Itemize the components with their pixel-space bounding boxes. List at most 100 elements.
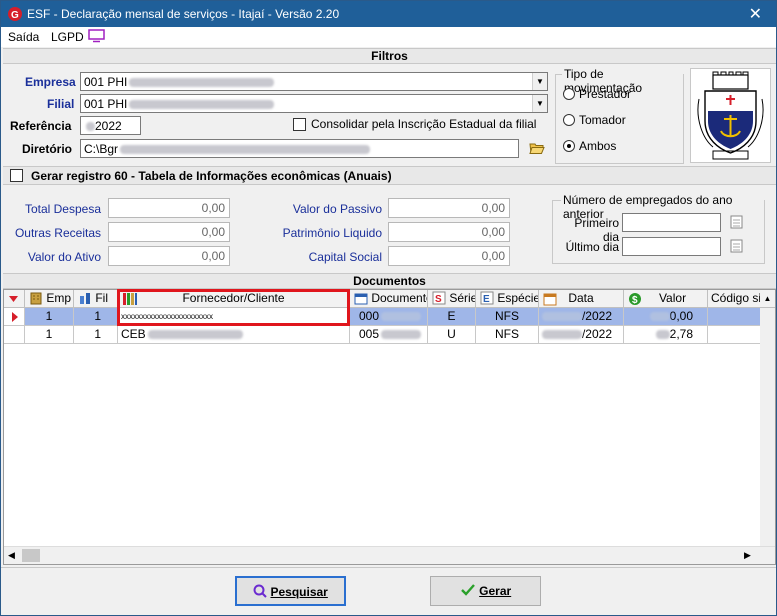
menu-lgpd[interactable]: LGPD <box>51 30 84 44</box>
tomador-label: Tomador <box>579 113 626 127</box>
cell-especie: NFS <box>476 326 539 344</box>
total-despesa-label: Total Despesa <box>24 202 101 216</box>
consolidar-label: Consolidar pela Inscrição Estadual da fi… <box>311 117 537 131</box>
filial-select[interactable]: 001 PHI ▼ <box>80 94 548 113</box>
col-valor[interactable]: $ Valor <box>624 290 708 308</box>
vertical-scrollbar[interactable] <box>760 308 775 546</box>
pesquisar-button[interactable]: Pesquisar <box>235 576 346 606</box>
chevron-down-icon[interactable]: ▼ <box>532 95 547 112</box>
svg-text:E: E <box>483 294 490 305</box>
col-data[interactable]: Data <box>539 290 624 308</box>
cell-serie: U <box>428 326 476 344</box>
sort-down-icon <box>9 296 18 302</box>
cell-codigo-sit <box>708 326 760 344</box>
documentos-grid[interactable]: Emp Fil Fornecedor/Cliente Documento S S… <box>3 289 776 565</box>
referencia-label: Referência <box>10 119 72 133</box>
cell-data: /2022 <box>539 308 624 326</box>
ultimo-dia-input[interactable] <box>622 237 721 256</box>
coat-of-arms-image <box>690 68 771 163</box>
documentos-heading: Documentos <box>3 273 776 289</box>
scroll-right-icon[interactable]: ▶ <box>744 550 751 561</box>
calendar-icon[interactable] <box>730 214 743 229</box>
menu-bar: Saída LGPD <box>1 27 776 47</box>
col-serie[interactable]: S Série <box>428 290 476 308</box>
col-codigo-sit[interactable]: Código sit <box>708 290 760 308</box>
diretorio-label: Diretório <box>22 142 73 156</box>
row-pointer-icon <box>4 308 25 326</box>
col-especie[interactable]: E Espécie <box>476 290 539 308</box>
dollar-icon: $ <box>629 293 641 306</box>
calendar-icon <box>543 293 557 306</box>
serie-icon: S <box>432 291 446 305</box>
cell-documento: 000 <box>350 308 428 326</box>
cell-valor: 2,78 <box>624 326 708 344</box>
col-fornecedor[interactable]: Fornecedor/Cliente <box>118 290 350 308</box>
empresa-label: Empresa <box>25 75 76 89</box>
scroll-left-icon[interactable]: ◀ <box>8 550 15 561</box>
close-icon[interactable]: ✕ <box>749 4 762 24</box>
divider <box>1 567 776 568</box>
especie-icon: E <box>480 291 494 305</box>
registro60-label: Gerar registro 60 - Tabela de Informaçõe… <box>31 169 392 183</box>
cell-fornecedor: CEB <box>118 326 350 344</box>
svg-text:G: G <box>11 10 19 21</box>
valor-passivo-input[interactable]: 0,00 <box>388 198 510 218</box>
consolidar-checkbox[interactable] <box>293 118 306 131</box>
col-emp[interactable]: Emp <box>25 290 74 308</box>
monitor-icon[interactable] <box>88 29 105 43</box>
prestador-label: Prestador <box>579 87 632 101</box>
scroll-thumb[interactable] <box>22 549 40 562</box>
scroll-up-icon[interactable]: ▲ <box>760 290 775 308</box>
capital-input[interactable]: 0,00 <box>388 246 510 266</box>
prestador-radio[interactable] <box>563 88 575 100</box>
search-icon <box>253 584 267 598</box>
cell-codigo-sit <box>708 308 760 326</box>
valor-ativo-label: Valor do Ativo <box>27 250 101 264</box>
outras-receitas-label: Outras Receitas <box>14 226 101 240</box>
document-icon <box>354 293 368 305</box>
total-despesa-input[interactable]: 0,00 <box>108 198 230 218</box>
gerar-button[interactable]: Gerar <box>430 576 541 606</box>
folder-open-icon[interactable] <box>529 141 545 155</box>
menu-saida[interactable]: Saída <box>8 30 39 44</box>
outras-receitas-input[interactable]: 0,00 <box>108 222 230 242</box>
horizontal-scrollbar[interactable]: ◀ ▶ <box>4 546 775 564</box>
cell-emp: 1 <box>25 308 74 326</box>
patrimonio-label: Patrimônio Liquido <box>282 226 382 240</box>
branch-icon <box>80 293 90 304</box>
capital-label: Capital Social <box>308 250 382 264</box>
valor-ativo-input[interactable]: 0,00 <box>108 246 230 266</box>
registro60-heading: Gerar registro 60 - Tabela de Informaçõe… <box>3 166 776 185</box>
cell-serie: E <box>428 308 476 326</box>
building-icon <box>30 292 42 305</box>
cell-fornecedor: xxxxxxxxxxxxxxxxxxxxxxx <box>118 308 350 326</box>
col-documento[interactable]: Documento <box>350 290 428 308</box>
primeiro-dia-input[interactable] <box>622 213 721 232</box>
cell-valor: 0,00 <box>624 308 708 326</box>
sort-indicator-header[interactable] <box>4 290 25 308</box>
registro60-checkbox[interactable] <box>10 169 23 182</box>
cell-documento: 005 <box>350 326 428 344</box>
patrimonio-input[interactable]: 0,00 <box>388 222 510 242</box>
calendar-icon[interactable] <box>730 238 743 253</box>
col-fil[interactable]: Fil <box>74 290 118 308</box>
ultimo-dia-label: Último dia <box>565 240 619 254</box>
filtros-heading: Filtros <box>3 48 776 64</box>
main-window: G ESF - Declaração mensal de serviços - … <box>0 0 777 616</box>
row-indicator <box>4 326 25 344</box>
cell-fil: 1 <box>74 308 118 326</box>
empresa-select[interactable]: 001 PHI ▼ <box>80 72 548 91</box>
chevron-down-icon[interactable]: ▼ <box>532 73 547 90</box>
check-icon <box>460 584 475 596</box>
cell-emp: 1 <box>25 326 74 344</box>
window-title: ESF - Declaração mensal de serviços - It… <box>27 7 340 21</box>
referencia-input[interactable]: 2022 <box>80 116 141 135</box>
cell-especie: NFS <box>476 308 539 326</box>
diretorio-input[interactable]: C:\Bgr <box>80 139 519 158</box>
app-logo-icon: G <box>8 7 22 21</box>
cell-fil: 1 <box>74 326 118 344</box>
valor-passivo-label: Valor do Passivo <box>292 202 382 216</box>
title-bar: G ESF - Declaração mensal de serviços - … <box>1 1 776 27</box>
tomador-radio[interactable] <box>563 114 575 126</box>
ambos-radio[interactable] <box>563 140 575 152</box>
